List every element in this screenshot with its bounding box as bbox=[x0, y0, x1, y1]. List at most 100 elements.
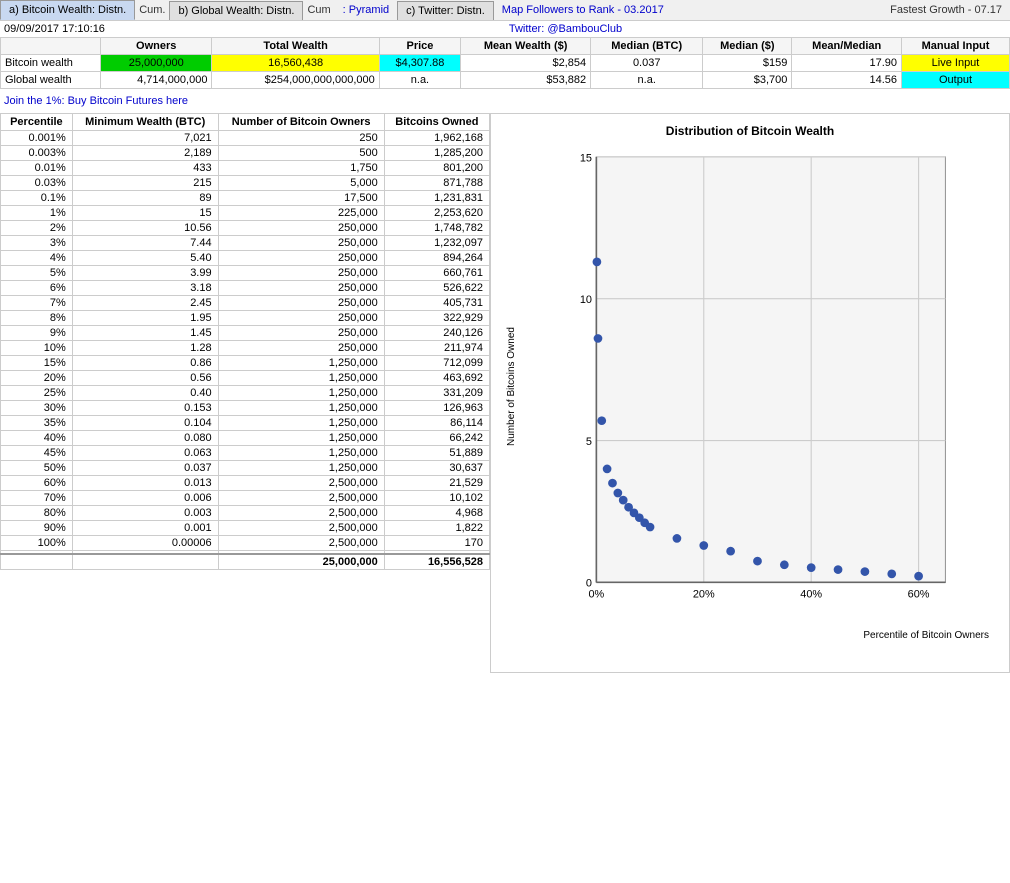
svg-text:60%: 60% bbox=[908, 589, 930, 601]
date-time: 09/09/2017 17:10:16 bbox=[4, 23, 105, 35]
chart-point bbox=[603, 465, 612, 474]
col-header-median-usd: Median ($) bbox=[703, 38, 792, 55]
chart-point bbox=[753, 557, 762, 566]
chart-point bbox=[613, 489, 622, 498]
join-link[interactable]: Join the 1%: Buy Bitcoin Futures here bbox=[4, 95, 188, 107]
tab-global-wealth[interactable]: b) Global Wealth: Distn. bbox=[169, 1, 303, 20]
chart-container: Distribution of Bitcoin Wealth Number of… bbox=[490, 113, 1010, 673]
dist-table: Percentile Minimum Wealth (BTC) Number o… bbox=[0, 113, 490, 570]
dist-row: 10% 1.28 250,000 211,974 bbox=[1, 341, 490, 356]
header-row: 09/09/2017 17:10:16 Twitter: @BambouClub bbox=[0, 21, 1010, 37]
chart-point bbox=[807, 563, 816, 572]
chart-point bbox=[834, 565, 843, 574]
tab-sep-1: Cum. bbox=[135, 1, 169, 19]
chart-point bbox=[673, 534, 682, 543]
global-output: Output bbox=[902, 72, 1010, 89]
dist-col-min-wealth: Minimum Wealth (BTC) bbox=[72, 114, 218, 131]
dist-col-num-owners: Number of Bitcoin Owners bbox=[218, 114, 384, 131]
tab-map[interactable]: Map Followers to Rank - 03.2017 bbox=[494, 1, 672, 19]
dist-row: 0.03% 215 5,000 871,788 bbox=[1, 176, 490, 191]
chart-point bbox=[780, 560, 789, 569]
dist-row: 30% 0.153 1,250,000 126,963 bbox=[1, 401, 490, 416]
svg-text:5: 5 bbox=[586, 436, 592, 448]
fastest-growth-tab[interactable]: Fastest Growth - 07.17 bbox=[882, 1, 1010, 19]
col-header-manual-input: Manual Input bbox=[902, 38, 1010, 55]
bitcoin-row: Bitcoin wealth 25,000,000 16,560,438 $4,… bbox=[1, 55, 1010, 72]
chart-point bbox=[597, 416, 606, 425]
tab-twitter[interactable]: c) Twitter: Distn. bbox=[397, 1, 494, 20]
join-link-container: Join the 1%: Buy Bitcoin Futures here bbox=[0, 89, 1010, 113]
chart-point bbox=[608, 479, 617, 488]
dist-row: 25% 0.40 1,250,000 331,209 bbox=[1, 386, 490, 401]
chart-point bbox=[887, 569, 896, 578]
dist-row: 100% 0.00006 2,500,000 170 bbox=[1, 536, 490, 551]
bitcoin-median-btc: 0.037 bbox=[591, 55, 703, 72]
dist-row: 0.1% 89 17,500 1,231,831 bbox=[1, 191, 490, 206]
dist-col-btc-owned: Bitcoins Owned bbox=[384, 114, 489, 131]
tab-pyramid[interactable]: : Pyramid bbox=[335, 1, 397, 19]
chart-point bbox=[914, 572, 923, 581]
bitcoin-price: $4,307.88 bbox=[379, 55, 460, 72]
bitcoin-mean-wealth: $2,854 bbox=[461, 55, 591, 72]
content-area: Percentile Minimum Wealth (BTC) Number o… bbox=[0, 113, 1010, 673]
dist-row: 2% 10.56 250,000 1,748,782 bbox=[1, 221, 490, 236]
global-price: n.a. bbox=[379, 72, 460, 89]
dist-row: 50% 0.037 1,250,000 30,637 bbox=[1, 461, 490, 476]
top-nav: a) Bitcoin Wealth: Distn. Cum. b) Global… bbox=[0, 0, 1010, 21]
y-axis-label: Number of Bitcoins Owned bbox=[506, 327, 517, 446]
col-header-total-wealth: Total Wealth bbox=[212, 38, 379, 55]
global-row-label: Global wealth bbox=[1, 72, 101, 89]
chart-svg: 0510150%20%40%60% bbox=[521, 146, 999, 626]
global-owners: 4,714,000,000 bbox=[101, 72, 212, 89]
dist-row: 5% 3.99 250,000 660,761 bbox=[1, 266, 490, 281]
tab-sep-2: Cum bbox=[303, 1, 334, 19]
global-median-btc: n.a. bbox=[591, 72, 703, 89]
chart-title: Distribution of Bitcoin Wealth bbox=[501, 124, 999, 138]
dist-table-container: Percentile Minimum Wealth (BTC) Number o… bbox=[0, 113, 490, 673]
chart-point bbox=[646, 523, 655, 532]
chart-point bbox=[699, 541, 708, 550]
svg-text:10: 10 bbox=[580, 294, 592, 306]
dist-row: 20% 0.56 1,250,000 463,692 bbox=[1, 371, 490, 386]
svg-text:15: 15 bbox=[580, 152, 592, 164]
col-header-owners: Owners bbox=[101, 38, 212, 55]
dist-row: 8% 1.95 250,000 322,929 bbox=[1, 311, 490, 326]
x-axis-label: Percentile of Bitcoin Owners bbox=[863, 630, 989, 641]
dist-row: 0.001% 7,021 250 1,962,168 bbox=[1, 131, 490, 146]
global-median-usd: $3,700 bbox=[703, 72, 792, 89]
global-mean-median: 14.56 bbox=[792, 72, 902, 89]
twitter-link[interactable]: Twitter: @BambouClub bbox=[509, 23, 622, 35]
dist-row: 1% 15 225,000 2,253,620 bbox=[1, 206, 490, 221]
dist-row: 40% 0.080 1,250,000 66,242 bbox=[1, 431, 490, 446]
dist-row: 0.003% 2,189 500 1,285,200 bbox=[1, 146, 490, 161]
chart-point bbox=[726, 547, 735, 556]
chart-point bbox=[594, 334, 603, 343]
tab-bitcoin-wealth[interactable]: a) Bitcoin Wealth: Distn. bbox=[0, 0, 135, 20]
dist-row: 90% 0.001 2,500,000 1,822 bbox=[1, 521, 490, 536]
dist-row: 6% 3.18 250,000 526,622 bbox=[1, 281, 490, 296]
dist-row: 4% 5.40 250,000 894,264 bbox=[1, 251, 490, 266]
dist-col-percentile: Percentile bbox=[1, 114, 73, 131]
dist-row: 35% 0.104 1,250,000 86,114 bbox=[1, 416, 490, 431]
chart-point bbox=[861, 567, 870, 576]
bitcoin-owners: 25,000,000 bbox=[101, 55, 212, 72]
bitcoin-total-wealth: 16,560,438 bbox=[212, 55, 379, 72]
global-total-wealth: $254,000,000,000,000 bbox=[212, 72, 379, 89]
bitcoin-live-input: Live Input bbox=[902, 55, 1010, 72]
dist-row: 80% 0.003 2,500,000 4,968 bbox=[1, 506, 490, 521]
dist-row: 70% 0.006 2,500,000 10,102 bbox=[1, 491, 490, 506]
col-header-price: Price bbox=[379, 38, 460, 55]
global-row: Global wealth 4,714,000,000 $254,000,000… bbox=[1, 72, 1010, 89]
col-header-mean-median: Mean/Median bbox=[792, 38, 902, 55]
bitcoin-mean-median: 17.90 bbox=[792, 55, 902, 72]
dist-row: 15% 0.86 1,250,000 712,099 bbox=[1, 356, 490, 371]
dist-row: 3% 7.44 250,000 1,232,097 bbox=[1, 236, 490, 251]
bitcoin-median-usd: $159 bbox=[703, 55, 792, 72]
dist-row: 60% 0.013 2,500,000 21,529 bbox=[1, 476, 490, 491]
svg-text:20%: 20% bbox=[693, 589, 715, 601]
chart-point bbox=[593, 257, 602, 266]
col-header-median-btc: Median (BTC) bbox=[591, 38, 703, 55]
global-mean-wealth: $53,882 bbox=[461, 72, 591, 89]
dist-row: 7% 2.45 250,000 405,731 bbox=[1, 296, 490, 311]
dist-row: 0.01% 433 1,750 801,200 bbox=[1, 161, 490, 176]
